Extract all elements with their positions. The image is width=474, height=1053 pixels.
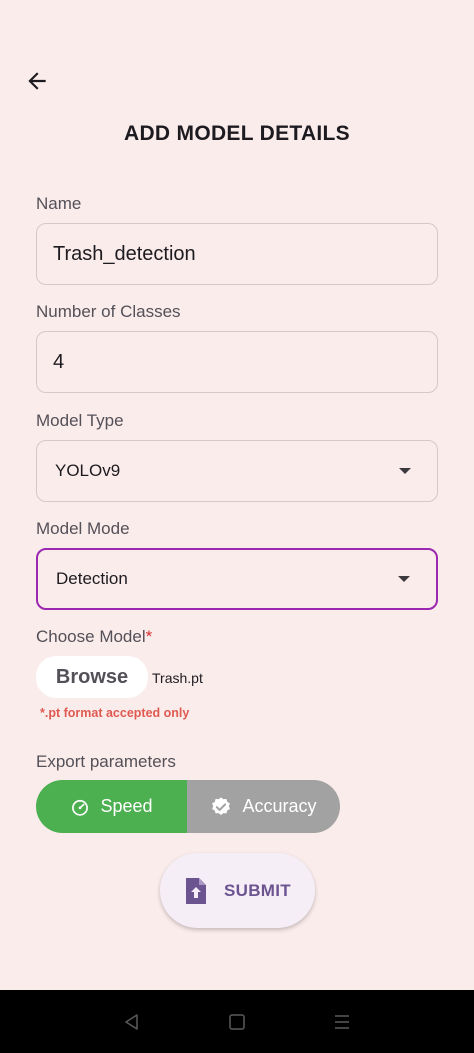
model-mode-dropdown[interactable]: Detection bbox=[36, 548, 438, 610]
model-mode-label: Model Mode bbox=[36, 519, 130, 538]
dropdown-arrow-icon bbox=[399, 468, 411, 474]
name-label: Name bbox=[36, 194, 82, 213]
system-navigation-bar bbox=[0, 990, 474, 1053]
page-title: ADD MODEL DETAILS bbox=[124, 122, 350, 145]
nav-home-button[interactable] bbox=[217, 1002, 257, 1042]
arrow-back-icon bbox=[28, 72, 46, 90]
submit-label: SUBMIT bbox=[224, 880, 291, 900]
nav-back-button[interactable] bbox=[112, 1002, 152, 1042]
accuracy-toggle[interactable]: Accuracy bbox=[187, 780, 340, 833]
model-type-dropdown[interactable]: YOLOv9 bbox=[36, 440, 438, 502]
square-home-icon bbox=[229, 1013, 245, 1030]
submit-button[interactable]: SUBMIT bbox=[160, 853, 315, 928]
file-upload-icon bbox=[186, 877, 207, 904]
choose-model-label-text: Choose Model bbox=[36, 627, 146, 646]
menu-lines-icon bbox=[334, 1014, 349, 1029]
export-params-label: Export parameters bbox=[36, 752, 176, 771]
model-type-label: Model Type bbox=[36, 411, 124, 430]
speedometer-icon bbox=[72, 799, 89, 816]
accuracy-label: Accuracy bbox=[242, 796, 317, 816]
name-input[interactable] bbox=[53, 242, 437, 266]
name-field-container[interactable] bbox=[36, 223, 438, 285]
classes-field-container[interactable] bbox=[36, 331, 438, 393]
model-type-value: YOLOv9 bbox=[55, 461, 121, 480]
back-button[interactable] bbox=[22, 66, 52, 96]
selected-file-name: Trash.pt bbox=[152, 670, 203, 686]
format-hint: *.pt format accepted only bbox=[40, 706, 190, 720]
classes-label: Number of Classes bbox=[36, 302, 181, 321]
speed-label: Speed bbox=[100, 796, 153, 816]
triangle-back-icon bbox=[125, 1013, 139, 1030]
classes-input[interactable] bbox=[53, 350, 437, 374]
model-mode-value: Detection bbox=[56, 569, 128, 588]
verified-check-icon bbox=[212, 796, 231, 815]
browse-button[interactable]: Browse bbox=[36, 656, 148, 698]
required-asterisk: * bbox=[145, 627, 153, 646]
speed-toggle[interactable]: Speed bbox=[36, 780, 187, 833]
choose-model-label: Choose Model* bbox=[36, 627, 152, 647]
nav-recents-button[interactable] bbox=[322, 1002, 362, 1042]
dropdown-arrow-icon bbox=[398, 576, 410, 582]
